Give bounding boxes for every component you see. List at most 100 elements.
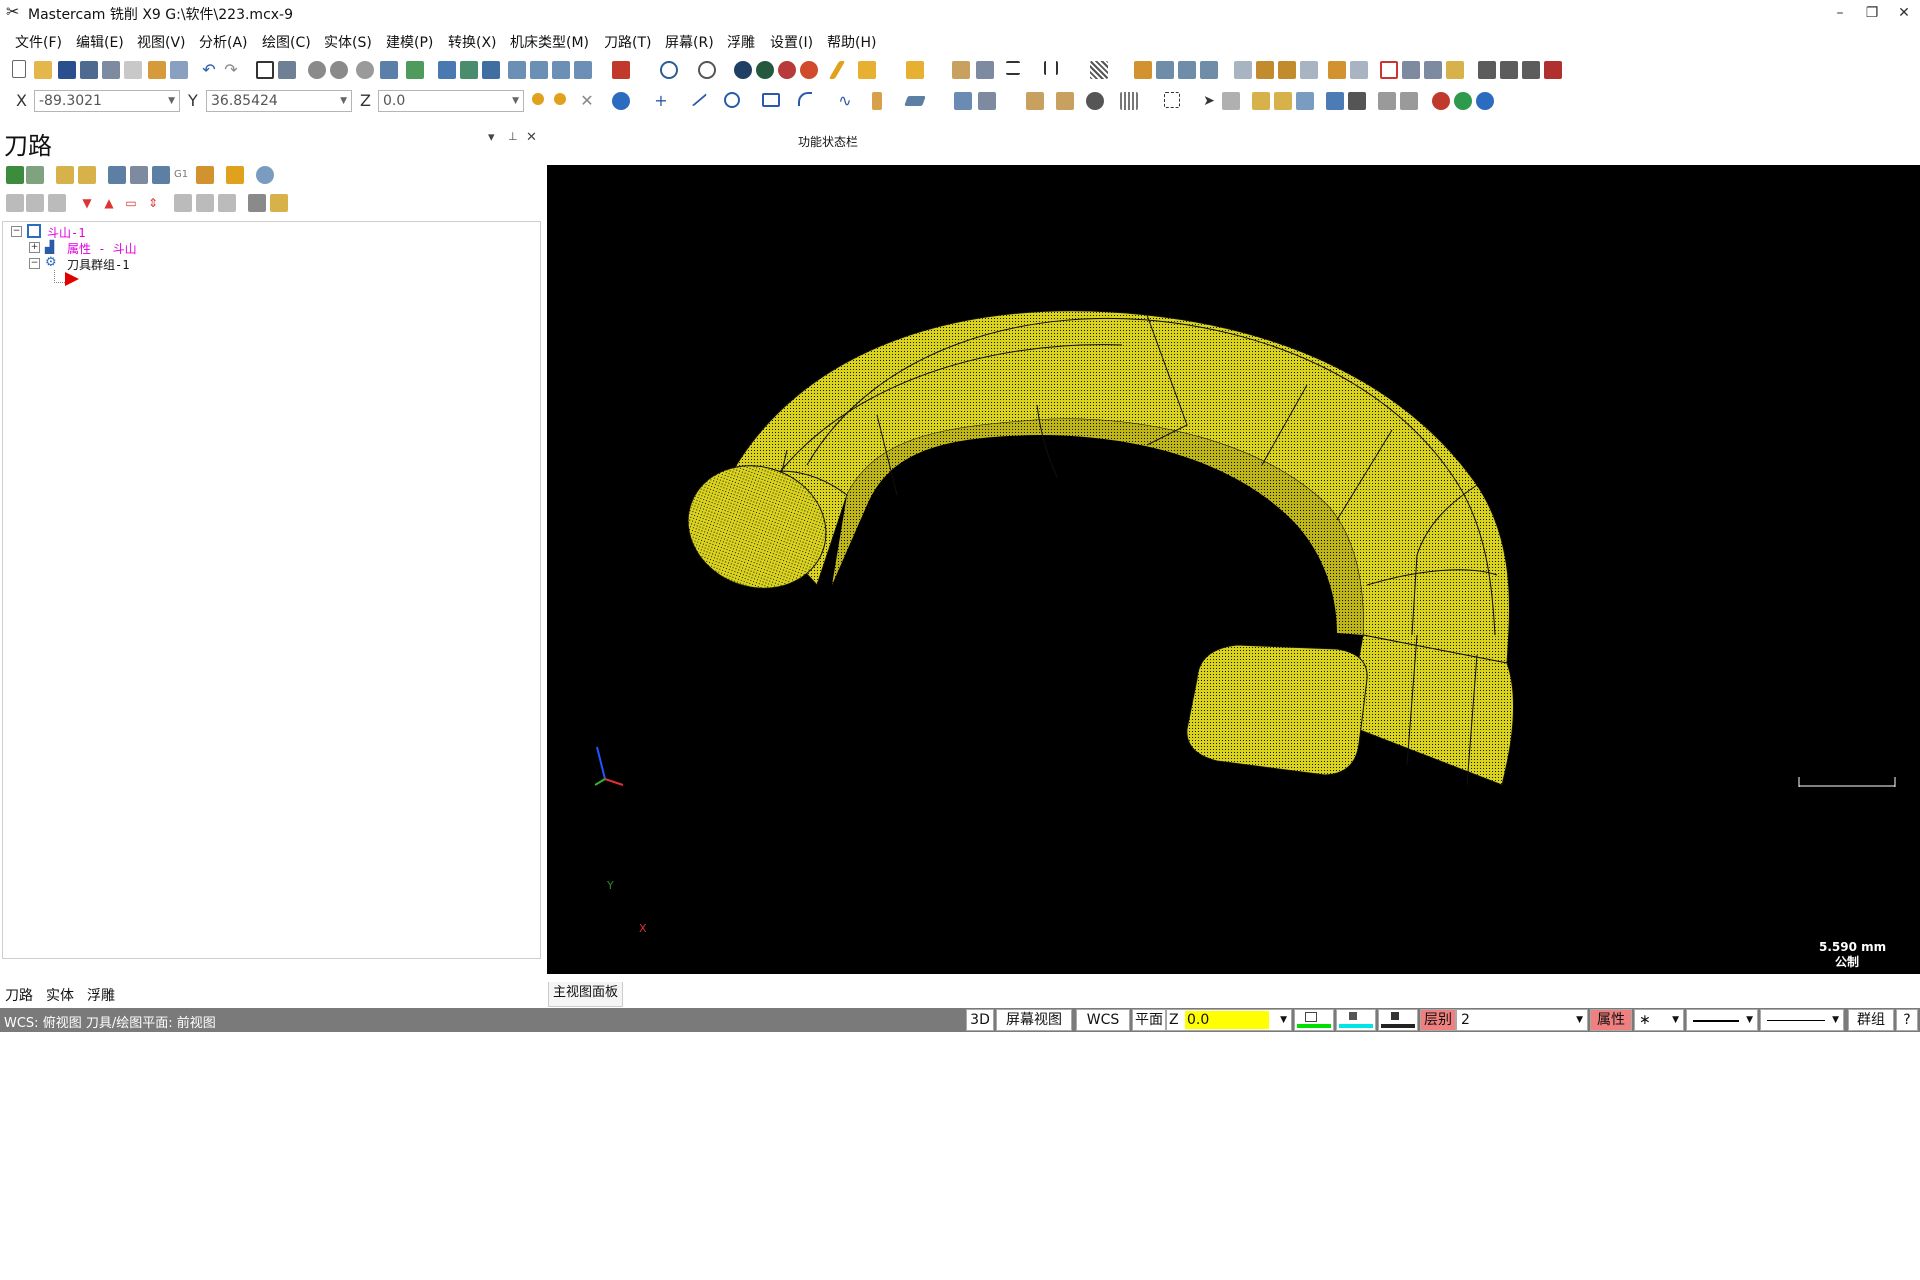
simulate-icon[interactable] [1478,61,1496,79]
tool-manager-icon[interactable] [248,194,266,212]
menu-model[interactable]: 建模(P) [386,32,433,52]
cross-icon[interactable]: ✕ [578,92,596,110]
menu-edit[interactable]: 编辑(E) [76,32,124,52]
collapse-icon[interactable]: − [11,226,22,237]
menu-solids[interactable]: 实体(S) [324,32,372,52]
wcs-button[interactable]: WCS [1076,1009,1130,1031]
menu-analyze[interactable]: 分析(A) [199,32,248,52]
pencil-icon[interactable] [828,61,846,79]
3d-button[interactable]: 3D [966,1009,994,1031]
verify-icon[interactable] [1500,61,1518,79]
lock-icon[interactable] [6,194,24,212]
dimension-horizontal-icon[interactable] [1006,61,1020,75]
restore-button[interactable]: ❐ [1858,2,1886,24]
frame-copy-icon[interactable] [1424,61,1442,79]
level-button[interactable]: 层别 [1420,1009,1456,1031]
point-style-selector[interactable]: ∗ ▼ [1634,1009,1684,1031]
menu-machine[interactable]: 机床类型(M) [510,32,589,52]
cancel-icon[interactable] [1432,92,1450,110]
z-depth-value[interactable]: 0.0 [1185,1011,1269,1029]
save-icon[interactable] [58,61,76,79]
tree-toolgroup[interactable]: 刀具群组-1 [67,256,129,273]
remove-ops-icon[interactable] [226,166,244,184]
verify-selection-icon[interactable] [1326,92,1344,110]
view-dropdown-icon[interactable] [612,61,630,79]
spline-icon[interactable]: ∿ [836,92,854,110]
select-all-ops-icon[interactable] [6,166,24,184]
ok-icon[interactable] [1454,92,1472,110]
shaded-edges-icon[interactable] [756,61,774,79]
pattern-icon[interactable] [978,92,996,110]
levels-icon[interactable] [1026,92,1044,110]
line-style-selector[interactable]: ▼ [1686,1009,1758,1031]
menu-toolpaths[interactable]: 刀路(T) [604,32,651,52]
select-pointer-icon[interactable]: ➤ [1200,92,1218,110]
move-down-icon[interactable]: ▼ [78,194,96,212]
rectangle-icon[interactable] [762,93,780,107]
select-solid-icon[interactable] [1252,92,1270,110]
pencil-dropdown-icon[interactable] [858,61,876,79]
scale-icon[interactable] [1300,61,1318,79]
wireframe-icon[interactable] [660,61,678,79]
measure-icon[interactable] [906,61,924,79]
select-window-icon[interactable] [1164,92,1180,108]
help-button[interactable]: ? [1896,1009,1918,1031]
frame-edit-icon[interactable] [1402,61,1420,79]
z-depth-field[interactable]: Z 0.0 ▼ [1166,1009,1292,1031]
select-all-icon[interactable] [1222,92,1240,110]
open-file-icon[interactable] [34,61,52,79]
toggle-display-icon[interactable] [26,194,44,212]
mask-icon[interactable] [1378,92,1396,110]
ops-help-icon[interactable] [256,166,274,184]
dynamic-rotate-icon[interactable] [438,61,456,79]
offset-icon[interactable] [1234,61,1252,79]
solid-color-button[interactable] [1378,1009,1418,1031]
tab-solids[interactable]: 实体 [46,985,74,1005]
refresh-icon[interactable] [1086,92,1104,110]
circle-icon[interactable] [724,92,740,108]
line-width-selector[interactable]: ▼ [1760,1009,1844,1031]
zoom-window-icon[interactable] [308,61,326,79]
modify-icon[interactable] [1200,61,1218,79]
grid-icon[interactable] [1120,92,1138,110]
break-icon[interactable] [1156,61,1174,79]
autocursor-icon[interactable] [532,93,544,105]
line-icon[interactable] [686,87,708,107]
highfeed-icon[interactable] [196,166,214,184]
insert-arrow-icon[interactable]: ▭ [122,194,140,212]
menu-settings[interactable]: 设置(I) [770,32,813,52]
y-coordinate-input[interactable]: 36.85424 ▼ [206,90,352,112]
minimize-button[interactable]: – [1826,2,1854,24]
zoom-out-icon[interactable] [406,61,424,79]
translucent-icon[interactable] [778,61,796,79]
hatch-icon[interactable] [1090,61,1108,79]
tab-toolpaths[interactable]: 刀路 [5,985,33,1005]
back-icon[interactable] [1348,92,1366,110]
surface-color-button[interactable] [1336,1009,1376,1031]
merge-icon[interactable] [170,61,188,79]
new-file-icon[interactable] [12,60,26,78]
tab-main-viewport[interactable]: 主视图面板 [548,982,624,1007]
tree-root[interactable]: 斗山-1 [47,224,85,241]
screen-view-button[interactable]: 屏幕视图 [996,1009,1072,1031]
arc-icon[interactable] [798,92,812,106]
frame-add-icon[interactable] [1380,61,1398,79]
analyze-distance-icon[interactable] [976,61,994,79]
plane-button[interactable]: 平面 [1132,1009,1166,1031]
print-icon[interactable] [80,61,98,79]
menu-view[interactable]: 视图(V) [137,32,186,52]
analyze-icon[interactable] [952,61,970,79]
project-icon[interactable] [1350,61,1368,79]
chevron-down-icon[interactable]: ▼ [1280,1010,1287,1030]
info-icon[interactable] [1476,92,1494,110]
toggle-post-icon[interactable] [48,194,66,212]
material-icon[interactable] [270,194,288,212]
xform-rotate-icon[interactable] [1328,61,1346,79]
repaint-icon[interactable] [278,61,296,79]
select-body-icon[interactable] [1296,92,1314,110]
graphics-viewport[interactable]: Y X 5.590 mm 公制 [547,165,1920,974]
close-button[interactable]: ✕ [1890,2,1918,24]
rotate-icon[interactable] [482,61,500,79]
pan-icon[interactable] [460,61,478,79]
notes-icon[interactable] [148,61,166,79]
